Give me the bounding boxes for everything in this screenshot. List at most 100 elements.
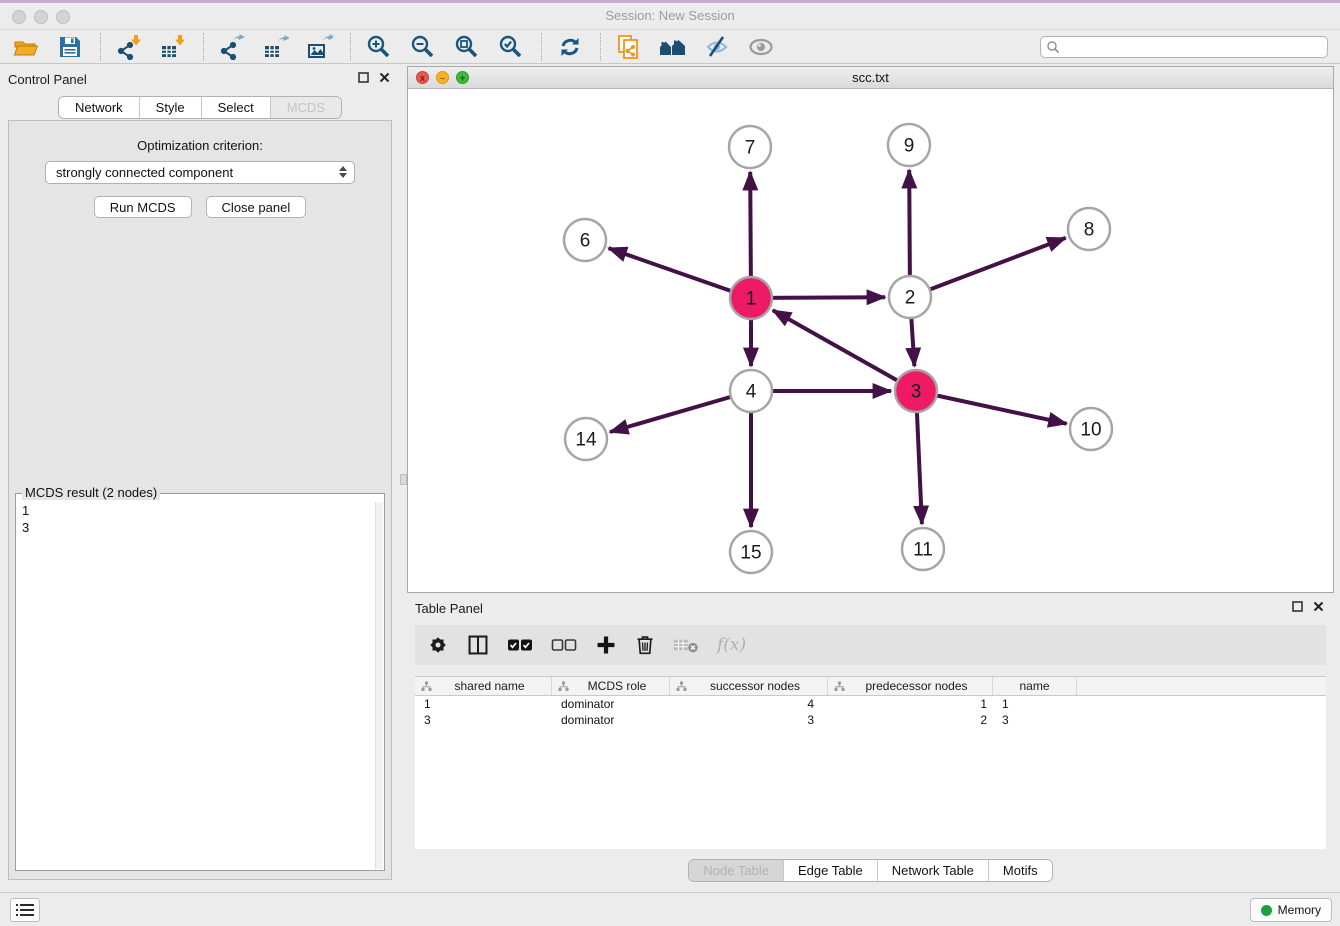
network-minimize-button[interactable]: – [436, 71, 449, 84]
table-header-row: shared name MCDS role successor nodes pr… [415, 677, 1326, 696]
edge-3-1[interactable] [773, 310, 916, 391]
node-15[interactable]: 15 [730, 531, 772, 573]
column-header-mcds-role[interactable]: MCDS role [552, 677, 670, 695]
tab-motifs[interactable]: Motifs [988, 860, 1052, 881]
tab-node-table[interactable]: Node Table [689, 860, 783, 881]
control-panel: Control Panel Network Style Select MCDS … [0, 66, 400, 884]
run-mcds-button[interactable]: Run MCDS [94, 196, 192, 218]
function-builder-button[interactable]: f(x) [717, 635, 746, 655]
zoom-selected-button[interactable] [495, 32, 527, 62]
delete-table-button[interactable] [673, 636, 699, 654]
select-all-columns-button[interactable] [507, 638, 533, 652]
zoom-out-button[interactable] [407, 32, 439, 62]
search-input[interactable] [1060, 38, 1327, 56]
tab-mcds[interactable]: MCDS [270, 97, 341, 118]
node-11[interactable]: 11 [902, 528, 944, 570]
export-table-button[interactable] [260, 32, 292, 62]
node-2[interactable]: 2 [889, 276, 931, 318]
toolbar-divider [100, 33, 101, 61]
cell-mcds-role[interactable]: dominator [552, 713, 670, 727]
cell-mcds-role[interactable]: dominator [552, 697, 670, 711]
export-network-button[interactable] [216, 32, 248, 62]
refresh-button[interactable] [554, 32, 586, 62]
task-history-button[interactable] [10, 898, 40, 922]
cell-predecessor-nodes[interactable]: 1 [828, 697, 993, 711]
close-panel-button[interactable]: Close panel [206, 196, 307, 218]
zoom-in-button[interactable] [363, 32, 395, 62]
node-3[interactable]: 3 [895, 370, 937, 412]
zoom-fit-button[interactable] [451, 32, 483, 62]
node-1[interactable]: 1 [730, 277, 772, 319]
mcds-result-box: MCDS result (2 nodes) 1 3 [15, 493, 385, 871]
tab-network[interactable]: Network [59, 97, 139, 118]
splitter-grip[interactable] [400, 474, 407, 485]
network-zoom-button[interactable]: + [456, 71, 469, 84]
result-line: 3 [22, 519, 384, 536]
tab-network-table[interactable]: Network Table [877, 860, 988, 881]
tab-style[interactable]: Style [139, 97, 201, 118]
column-header-shared-name[interactable]: shared name [415, 677, 552, 695]
table-settings-button[interactable] [427, 634, 449, 656]
home-button[interactable] [657, 32, 689, 62]
home-icon [659, 34, 687, 60]
close-panel-icon[interactable] [1313, 601, 1324, 612]
node-4[interactable]: 4 [730, 370, 772, 412]
network-graph[interactable]: 7 9 6 8 1 2 4 3 14 10 15 11 [408, 89, 1333, 593]
split-columns-button[interactable] [467, 634, 489, 656]
add-column-button[interactable] [595, 634, 617, 656]
export-table-icon [263, 34, 289, 60]
node-14[interactable]: 14 [565, 418, 607, 460]
node-9[interactable]: 9 [888, 124, 930, 166]
import-network-button[interactable] [113, 32, 145, 62]
network-window-title: scc.txt [408, 70, 1333, 85]
cell-successor-nodes[interactable]: 4 [670, 697, 828, 711]
node-7[interactable]: 7 [729, 126, 771, 168]
close-panel-icon[interactable] [379, 72, 390, 83]
show-view-button[interactable] [745, 32, 777, 62]
svg-text:1: 1 [746, 289, 757, 310]
node-10[interactable]: 10 [1070, 408, 1112, 450]
result-scrollbar[interactable] [375, 502, 383, 869]
save-session-button[interactable] [54, 32, 86, 62]
deselect-all-columns-button[interactable] [551, 638, 577, 652]
import-table-button[interactable] [157, 32, 189, 62]
edge-2-8[interactable] [910, 238, 1066, 297]
open-session-button[interactable] [10, 32, 42, 62]
cell-name[interactable]: 3 [993, 713, 1077, 727]
column-header-successor-nodes[interactable]: successor nodes [670, 677, 828, 695]
hide-style-icon [704, 34, 730, 60]
memory-button[interactable]: Memory [1250, 898, 1332, 922]
mcds-result-text[interactable]: 1 3 [16, 494, 384, 536]
network-close-button[interactable]: x [416, 71, 429, 84]
node-6[interactable]: 6 [564, 219, 606, 261]
cell-name[interactable]: 1 [993, 697, 1077, 711]
cell-shared-name[interactable]: 1 [415, 697, 552, 711]
network-canvas[interactable]: 7 9 6 8 1 2 4 3 14 10 15 11 [408, 89, 1333, 592]
clone-network-button[interactable] [613, 32, 645, 62]
node-8[interactable]: 8 [1068, 208, 1110, 250]
network-view-window: x – + scc.txt 7 9 6 8 1 2 4 3 14 10 [407, 66, 1334, 593]
float-panel-icon[interactable] [358, 72, 369, 83]
search-field[interactable] [1040, 36, 1328, 58]
cell-predecessor-nodes[interactable]: 2 [828, 713, 993, 727]
cell-shared-name[interactable]: 3 [415, 713, 552, 727]
vertical-splitter[interactable] [400, 66, 407, 884]
network-window-titlebar: x – + scc.txt [408, 67, 1333, 89]
cell-successor-nodes[interactable]: 3 [670, 713, 828, 727]
float-panel-icon[interactable] [1292, 601, 1303, 612]
app-title: Session: New Session [0, 8, 1340, 23]
toolbar-divider [541, 33, 542, 61]
edge-1-6[interactable] [609, 248, 751, 298]
column-header-predecessor-nodes[interactable]: predecessor nodes [828, 677, 993, 695]
trash-icon [635, 634, 655, 656]
column-header-name[interactable]: name [993, 677, 1077, 695]
table-row[interactable]: 1 dominator 4 1 1 [415, 696, 1326, 712]
hide-style-button[interactable] [701, 32, 733, 62]
tab-edge-table[interactable]: Edge Table [783, 860, 877, 881]
tab-select[interactable]: Select [201, 97, 270, 118]
table-row[interactable]: 3 dominator 3 2 3 [415, 712, 1326, 728]
delete-column-button[interactable] [635, 634, 655, 656]
export-image-button[interactable] [304, 32, 336, 62]
optimization-criterion-select[interactable]: strongly connected component [45, 161, 355, 184]
edge-3-10[interactable] [916, 391, 1067, 424]
